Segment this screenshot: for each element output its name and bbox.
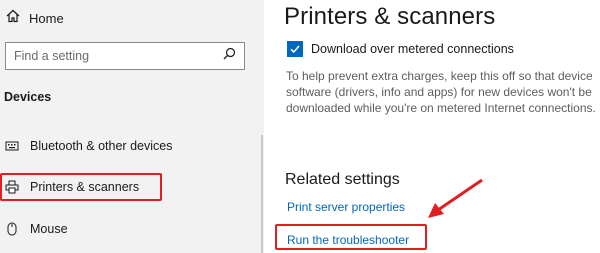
checkmark-icon: [287, 41, 303, 57]
home-nav-item[interactable]: Home: [6, 9, 64, 27]
annotation-arrow-icon: [428, 178, 483, 218]
search-icon: [223, 47, 236, 65]
bluetooth-keyboard-icon: [5, 139, 19, 153]
related-settings-heading: Related settings: [285, 171, 400, 188]
print-server-properties-link[interactable]: Print server properties: [287, 200, 405, 214]
troubleshooter-highlight-box: [275, 224, 427, 250]
sidebar-item-label: Mouse: [30, 222, 68, 236]
home-label: Home: [29, 10, 64, 26]
help-line: downloaded while you're on metered Inter…: [286, 101, 596, 115]
selection-highlight-box: [0, 173, 162, 201]
search-input[interactable]: Find a setting: [5, 42, 245, 70]
sidebar: Home Find a setting Devices Bluetooth & …: [0, 0, 264, 253]
checkbox-label: Download over metered connections: [311, 42, 514, 56]
sidebar-item-mouse[interactable]: Mouse: [0, 216, 68, 242]
sidebar-item-bluetooth[interactable]: Bluetooth & other devices: [0, 133, 172, 159]
search-placeholder: Find a setting: [14, 49, 90, 63]
help-line: software (drivers, info and apps) for ne…: [286, 85, 592, 99]
home-icon: [6, 9, 20, 28]
sidebar-scrollbar[interactable]: [261, 135, 263, 253]
page-title: Printers & scanners: [284, 3, 496, 30]
metered-download-checkbox[interactable]: Download over metered connections: [287, 41, 514, 57]
help-text: To help prevent extra charges, keep this…: [286, 68, 600, 116]
section-title: Devices: [4, 90, 52, 104]
sidebar-item-label: Bluetooth & other devices: [30, 139, 173, 153]
mouse-icon: [5, 222, 19, 236]
help-line: To help prevent extra charges, keep this…: [286, 69, 593, 83]
